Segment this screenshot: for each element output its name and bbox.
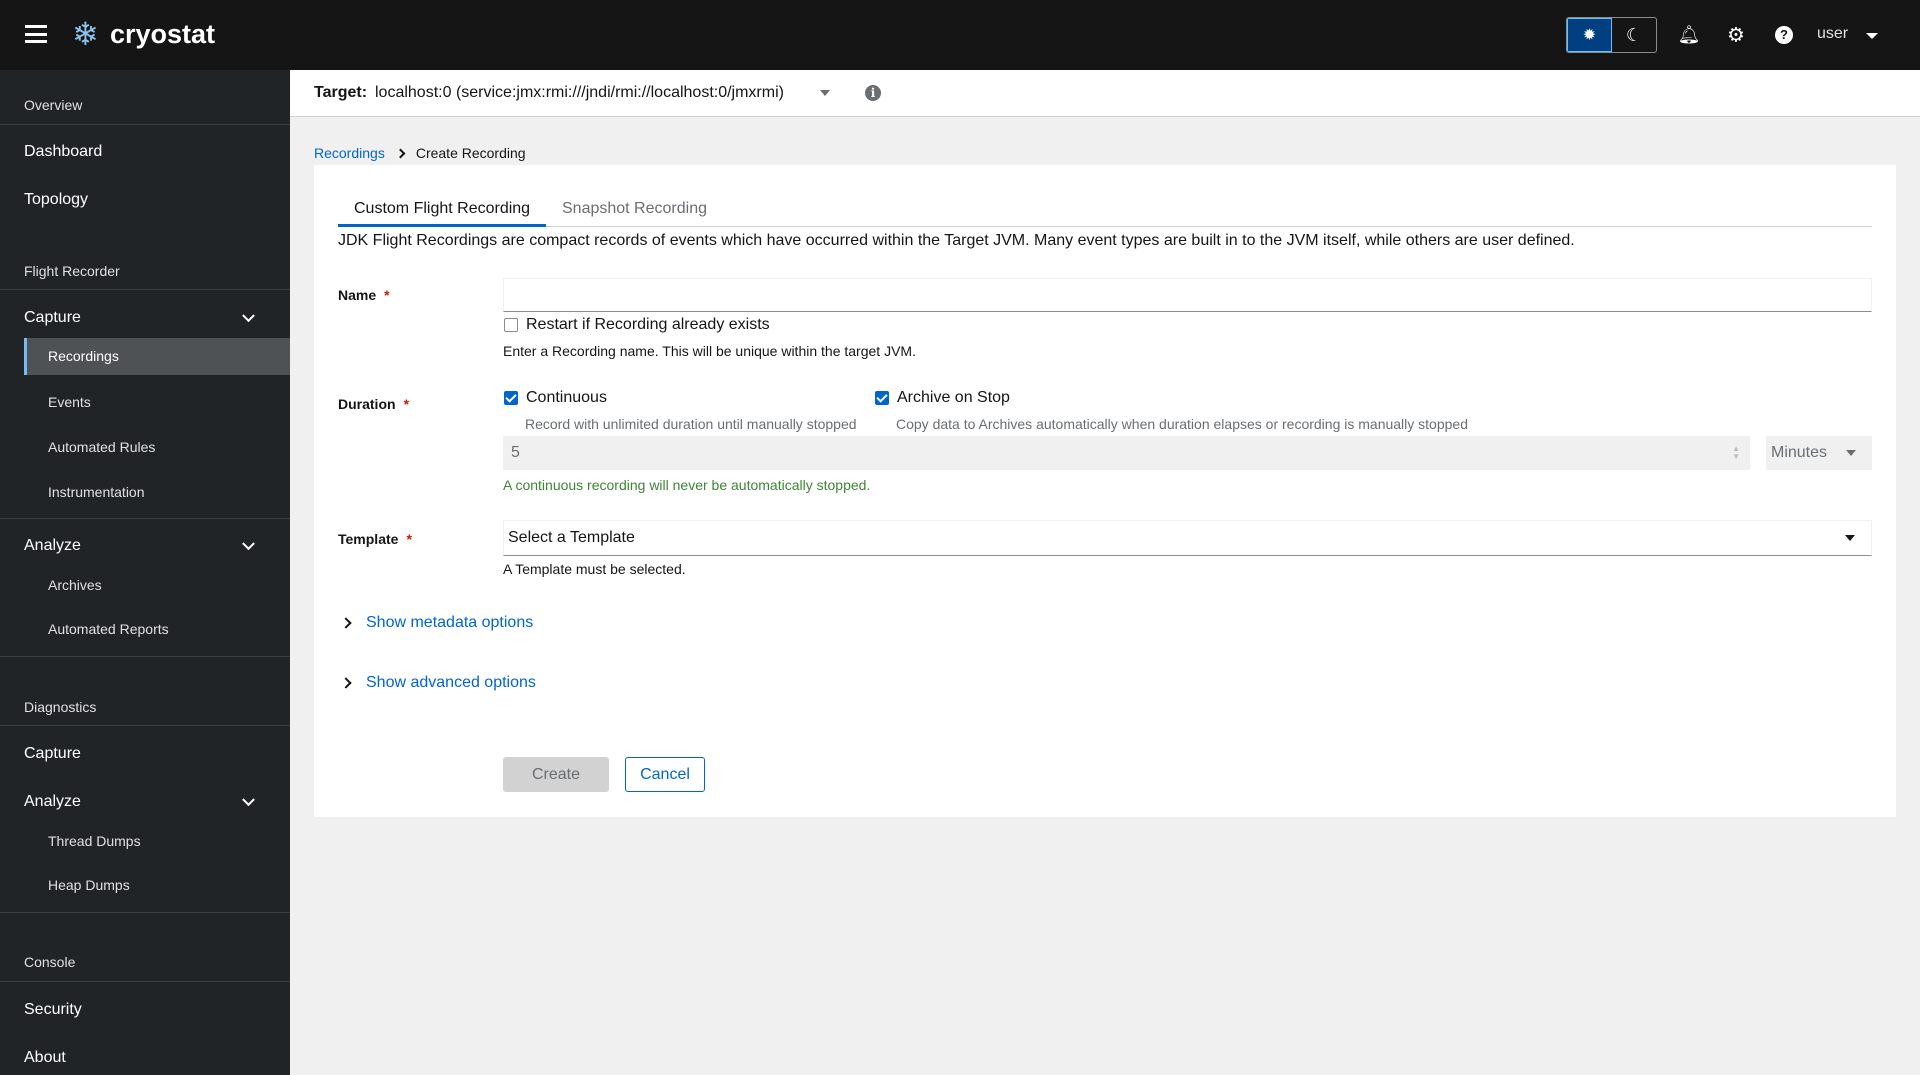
sidebar-item-events[interactable]: Events <box>48 394 91 410</box>
create-recording-card: Custom Flight Recording Snapshot Recordi… <box>314 165 1896 817</box>
sidebar-group-diagnostics-analyze[interactable]: Analyze <box>24 793 81 811</box>
sidebar-item-instrumentation[interactable]: Instrumentation <box>48 484 145 500</box>
caret-down-icon[interactable] <box>1866 33 1878 39</box>
duration-label: Duration * <box>338 396 410 412</box>
archive-on-stop-checkbox[interactable] <box>875 391 889 405</box>
sidebar-item-archives[interactable]: Archives <box>48 577 102 593</box>
sun-icon: ✹ <box>1582 27 1597 44</box>
tab-snapshot-recording[interactable]: Snapshot Recording <box>562 200 707 218</box>
sidebar-item-automated-reports[interactable]: Automated Reports <box>48 621 169 637</box>
show-advanced-options-toggle[interactable]: Show advanced options <box>366 674 536 692</box>
continuous-label: Continuous <box>526 389 607 406</box>
bell-icon[interactable]: 🔔︎ <box>1678 25 1701 46</box>
caret-down-icon <box>1846 450 1856 456</box>
sidebar-item-heap-dumps[interactable]: Heap Dumps <box>48 877 130 893</box>
target-label: Target: <box>314 84 368 101</box>
target-select[interactable]: localhost:0 (service:jmx:rmi:///jndi/rmi… <box>375 84 784 102</box>
info-icon[interactable]: i <box>865 85 881 101</box>
light-theme-button[interactable]: ✹ <box>1567 18 1612 52</box>
help-icon[interactable]: ? <box>1775 26 1793 44</box>
template-helper: A Template must be selected. <box>503 561 686 577</box>
tab-custom-flight-recording[interactable]: Custom Flight Recording <box>354 200 530 218</box>
spinner-icon[interactable]: ▲ ▼ <box>1732 445 1740 461</box>
sidebar-item-topology[interactable]: Topology <box>24 191 88 209</box>
restart-label: Restart if Recording already exists <box>526 316 770 333</box>
duration-helper: A continuous recording will never be aut… <box>503 477 871 493</box>
name-input[interactable] <box>503 278 1872 312</box>
sidebar-section-console: Console <box>24 954 76 970</box>
sidebar-item-thread-dumps[interactable]: Thread Dumps <box>48 833 141 849</box>
chevron-right-icon[interactable] <box>340 617 352 629</box>
duration-unit-select[interactable]: Minutes <box>1766 436 1872 470</box>
moon-icon: ☾ <box>1625 24 1643 45</box>
sidebar-section-overview: Overview <box>24 97 83 113</box>
archive-on-stop-label: Archive on Stop <box>897 389 1010 406</box>
form-description: JDK Flight Recordings are compact record… <box>338 232 1575 249</box>
archive-on-stop-description: Copy data to Archives automatically when… <box>896 416 1468 432</box>
restart-checkbox[interactable] <box>504 318 518 332</box>
sidebar-item-recordings[interactable]: Recordings <box>48 348 119 364</box>
caret-down-icon <box>1845 535 1855 541</box>
sidebar-item-automated-rules[interactable]: Automated Rules <box>48 439 155 455</box>
gear-icon[interactable]: ⚙ <box>1727 23 1745 48</box>
sidebar-section-diagnostics: Diagnostics <box>24 699 97 715</box>
create-button[interactable]: Create <box>503 757 609 792</box>
duration-input[interactable]: 5 ▲ ▼ <box>503 436 1750 470</box>
cancel-button[interactable]: Cancel <box>625 757 705 792</box>
continuous-checkbox[interactable] <box>504 391 518 405</box>
show-metadata-options-toggle[interactable]: Show metadata options <box>366 614 533 632</box>
continuous-description: Record with unlimited duration until man… <box>525 416 857 432</box>
sidebar-item-security[interactable]: Security <box>24 1001 82 1019</box>
sidebar-item-about[interactable]: About <box>24 1049 66 1067</box>
sidebar: Overview Dashboard Topology Flight Recor… <box>0 70 290 1075</box>
chevron-down-icon[interactable] <box>242 309 255 323</box>
breadcrumb-current: Create Recording <box>415 145 526 161</box>
sidebar-group-capture[interactable]: Capture <box>24 309 81 327</box>
name-label: Name * <box>338 287 390 303</box>
chevron-right-icon[interactable] <box>340 677 352 689</box>
breadcrumb-recordings-link[interactable]: Recordings <box>314 145 385 161</box>
dark-theme-button[interactable]: ☾ <box>1612 18 1656 52</box>
chevron-down-icon[interactable] <box>242 793 255 807</box>
sidebar-item-dashboard[interactable]: Dashboard <box>24 143 102 161</box>
sidebar-group-analyze[interactable]: Analyze <box>24 537 81 555</box>
breadcrumb: Recordings Create Recording <box>314 145 526 161</box>
template-label: Template * <box>338 531 412 547</box>
sidebar-item-diagnostics-capture[interactable]: Capture <box>24 745 81 763</box>
name-helper: Enter a Recording name. This will be uni… <box>503 343 916 359</box>
chevron-right-icon <box>395 148 406 158</box>
user-menu[interactable]: user <box>1817 25 1848 43</box>
template-select[interactable]: Select a Template <box>503 520 1872 556</box>
target-bar: Target: localhost:0 (service:jmx:rmi:///… <box>290 70 1920 117</box>
sidebar-section-flight-recorder: Flight Recorder <box>24 263 120 279</box>
theme-toggle: ✹ ☾ <box>1566 17 1657 53</box>
chevron-down-icon[interactable] <box>242 537 255 551</box>
caret-down-icon[interactable] <box>820 90 830 96</box>
